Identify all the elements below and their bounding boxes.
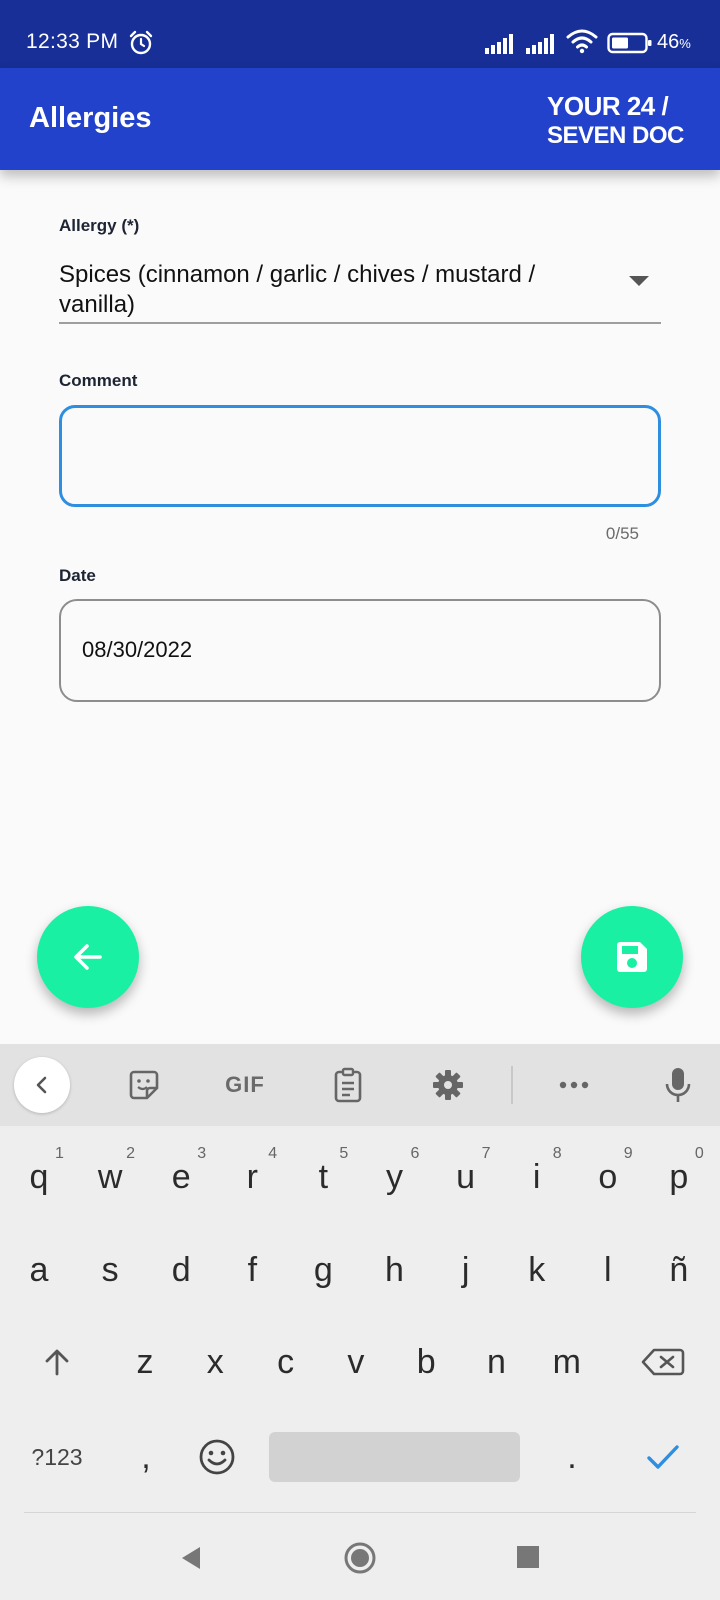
- sticker-icon: [129, 1070, 159, 1100]
- date-label: Date: [59, 566, 96, 585]
- wifi-icon: [566, 29, 598, 54]
- svg-text:YOUR 24 /: YOUR 24 /: [547, 91, 668, 121]
- key-z[interactable]: z: [115, 1334, 175, 1390]
- comment-char-counter: 0/55: [605, 524, 639, 543]
- status-bar: 12:33 PM 46%: [0, 0, 720, 68]
- key-number-hint: 9: [623, 1145, 633, 1162]
- battery-percent: 46%: [657, 31, 691, 53]
- clipboard-button[interactable]: [330, 1062, 366, 1108]
- comment-input[interactable]: [59, 405, 661, 507]
- key-b[interactable]: b: [396, 1334, 456, 1390]
- keyboard-collapse-button[interactable]: [14, 1057, 70, 1113]
- allergy-dropdown[interactable]: Spices (cinnamon / garlic / chives / mus…: [59, 252, 661, 324]
- keyboard-settings-button[interactable]: [430, 1062, 466, 1108]
- allergy-label: Allergy (*): [59, 216, 140, 235]
- key-number-hint: 8: [552, 1145, 562, 1162]
- nav-divider: [24, 1512, 696, 1513]
- key-number-hint: 4: [268, 1145, 278, 1162]
- key-number-hint: 2: [126, 1145, 135, 1162]
- key-d[interactable]: d: [151, 1242, 211, 1298]
- key-x[interactable]: x: [185, 1334, 245, 1390]
- key-number-hint: 7: [481, 1145, 491, 1162]
- spacebar-key[interactable]: [269, 1432, 520, 1482]
- chevron-left-icon: [36, 1076, 47, 1094]
- clipboard-icon: [334, 1067, 362, 1103]
- key-j[interactable]: j: [436, 1242, 496, 1298]
- key-s[interactable]: s: [80, 1242, 140, 1298]
- key-number-hint: 1: [55, 1145, 64, 1162]
- sticker-button[interactable]: [124, 1062, 164, 1108]
- save-button[interactable]: [581, 906, 683, 1008]
- allergy-value: Spices (cinnamon / garlic / chives / mus…: [59, 261, 536, 318]
- enter-key[interactable]: [638, 1430, 688, 1484]
- key-ñ[interactable]: ñ: [649, 1242, 709, 1298]
- key-f[interactable]: f: [222, 1242, 282, 1298]
- shift-key[interactable]: [30, 1334, 84, 1390]
- gear-icon: [433, 1070, 463, 1100]
- checkmark-icon: [647, 1445, 679, 1469]
- brand-logo: YOUR 24 / SEVEN DOC: [547, 91, 685, 149]
- date-value: 08/30/2022: [82, 637, 193, 662]
- backspace-icon: [641, 1348, 685, 1376]
- key-l[interactable]: l: [578, 1242, 638, 1298]
- arrow-left-icon: [74, 944, 102, 970]
- status-time: 12:33 PM: [26, 30, 119, 53]
- date-field[interactable]: 08/30/2022: [59, 599, 661, 702]
- emoji-icon: [199, 1439, 235, 1475]
- key-a[interactable]: a: [9, 1242, 69, 1298]
- gif-button[interactable]: GIF: [220, 1062, 270, 1108]
- nav-back-icon[interactable]: [178, 1544, 204, 1572]
- comment-label: Comment: [59, 371, 138, 390]
- page-title: Allergies: [29, 102, 152, 134]
- soft-keyboard: GIF q 1 w 2 e 3 r 4 t 5 y 6 u 7 i 8 o 9 …: [0, 1044, 720, 1600]
- voice-input-button[interactable]: [660, 1062, 696, 1108]
- toolbar-divider: [511, 1066, 513, 1104]
- period-key[interactable]: .: [550, 1430, 594, 1484]
- key-v[interactable]: v: [326, 1334, 386, 1390]
- backspace-key[interactable]: [632, 1334, 694, 1390]
- svg-text:SEVEN DOC: SEVEN DOC: [547, 122, 684, 149]
- nav-home-icon[interactable]: [343, 1541, 377, 1575]
- shift-arrow-icon: [45, 1349, 69, 1376]
- comma-key[interactable]: ,: [126, 1430, 166, 1484]
- key-number-hint: 5: [339, 1145, 349, 1162]
- key-number-hint: 0: [694, 1145, 704, 1162]
- keyboard-toolbar: GIF: [0, 1044, 720, 1126]
- mic-icon: [665, 1068, 691, 1102]
- key-number-hint: 6: [410, 1145, 420, 1162]
- nav-recents-icon[interactable]: [516, 1545, 540, 1569]
- save-icon: [617, 942, 647, 972]
- key-n[interactable]: n: [467, 1334, 527, 1390]
- signal-icon: [526, 34, 554, 54]
- key-g[interactable]: g: [293, 1242, 353, 1298]
- key-c[interactable]: c: [256, 1334, 316, 1390]
- signal-icon: [485, 34, 513, 54]
- key-number-hint: 3: [197, 1145, 207, 1162]
- key-m[interactable]: m: [537, 1334, 597, 1390]
- more-options-button[interactable]: [556, 1062, 592, 1108]
- more-icon: [559, 1081, 589, 1089]
- battery-icon: [607, 32, 652, 54]
- symbols-key[interactable]: ?123: [18, 1430, 96, 1484]
- alarm-icon: [129, 30, 153, 55]
- emoji-key[interactable]: [190, 1430, 244, 1484]
- dropdown-arrow-icon: [629, 276, 649, 286]
- key-k[interactable]: k: [507, 1242, 567, 1298]
- back-button[interactable]: [37, 906, 139, 1008]
- key-h[interactable]: h: [365, 1242, 425, 1298]
- app-bar: Allergies YOUR 24 / SEVEN DOC: [0, 68, 720, 170]
